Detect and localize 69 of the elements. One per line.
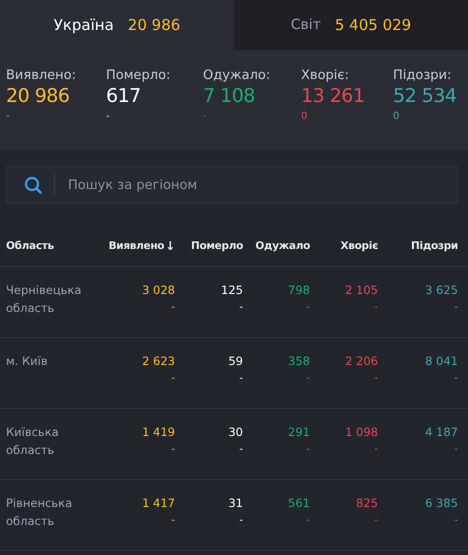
- sort-arrow-icon[interactable]: ↓: [165, 239, 175, 253]
- cell-change: -: [305, 514, 310, 528]
- cell-change: -: [305, 301, 310, 315]
- cell-change: -: [453, 443, 458, 457]
- cell-change: -: [305, 443, 310, 457]
- stat-change: 0: [301, 110, 308, 124]
- stat-value: 20 986: [6, 84, 70, 108]
- table-cell-text: 358: [287, 353, 310, 370]
- stat-value: 7 108: [203, 84, 256, 108]
- table-cell-text: 8 041: [424, 353, 458, 370]
- stat-change: -: [203, 110, 208, 124]
- stat-change: -: [6, 110, 11, 124]
- cell-change: -: [453, 372, 458, 386]
- cell-change: -: [453, 514, 458, 528]
- cell-change: -: [170, 301, 175, 315]
- cell-change: -: [238, 301, 243, 315]
- cell-change: -: [373, 514, 378, 528]
- column-header[interactable]: Померло: [175, 240, 243, 252]
- column-header[interactable]: Область: [6, 240, 106, 252]
- stat-label: Хворіє:: [301, 67, 350, 84]
- table-cell-text: 3 028: [141, 282, 175, 299]
- stat-change: 0: [393, 110, 400, 124]
- table-cell-text: 31: [227, 495, 243, 512]
- table-cell-text: 2 623: [141, 353, 175, 370]
- region-name: Рівненська область: [6, 495, 74, 530]
- region-name: Київська область: [6, 424, 60, 459]
- table-cell-text: 825: [355, 495, 378, 512]
- table-cell-text: 1 417: [141, 495, 175, 512]
- cell-change: -: [238, 443, 243, 457]
- table-cell-text: 125: [220, 282, 243, 299]
- stat-label: Одужало:: [203, 67, 272, 84]
- stat-label: Підозри:: [393, 67, 452, 84]
- cell-change: -: [170, 372, 175, 386]
- table-cell-text: 1 098: [344, 424, 378, 441]
- cell-change: -: [373, 301, 378, 315]
- table-cell-text: 59: [227, 353, 243, 370]
- table-cell-text: 2 206: [344, 353, 378, 370]
- cell-change: -: [238, 372, 243, 386]
- cell-change: -: [170, 443, 175, 457]
- cell-change: -: [373, 443, 378, 457]
- cell-change: -: [453, 301, 458, 315]
- tab[interactable]: Світ 5 405 029: [234, 0, 468, 50]
- stat-value: 52 534: [393, 84, 458, 108]
- column-header[interactable]: Хворіє: [310, 240, 378, 252]
- table-cell-text: 798: [287, 282, 310, 299]
- column-header[interactable]: Одужало: [243, 240, 310, 252]
- table-cell-text: 3 625: [424, 282, 458, 299]
- stat-value: 13 261: [301, 84, 366, 108]
- column-header[interactable]: Виявлено: [108, 240, 164, 252]
- column-header[interactable]: Підозри: [378, 240, 458, 252]
- cell-change: -: [373, 372, 378, 386]
- search-icon: [24, 176, 42, 194]
- table-cell-text: 4 187: [424, 424, 458, 441]
- region-name: м. Київ: [6, 353, 49, 370]
- table-cell-text: 561: [287, 495, 310, 512]
- table-cell-text: 6 385: [424, 495, 458, 512]
- stat-label: Виявлено:: [6, 67, 77, 84]
- table-cell-text: 30: [227, 424, 243, 441]
- table-cell-text: 1 419: [141, 424, 175, 441]
- cell-change: -: [170, 514, 175, 528]
- stat-label: Померло:: [106, 67, 172, 84]
- cell-change: -: [238, 514, 243, 528]
- cell-change: -: [305, 372, 310, 386]
- search-field[interactable]: Пошук за регіоном: [6, 166, 458, 204]
- table-cell-text: 2 105: [344, 282, 378, 299]
- table-cell-text: 291: [287, 424, 310, 441]
- stat-value: 617: [106, 84, 142, 108]
- region-name: Чернівецька область: [6, 282, 82, 317]
- stat-change: -: [106, 110, 111, 124]
